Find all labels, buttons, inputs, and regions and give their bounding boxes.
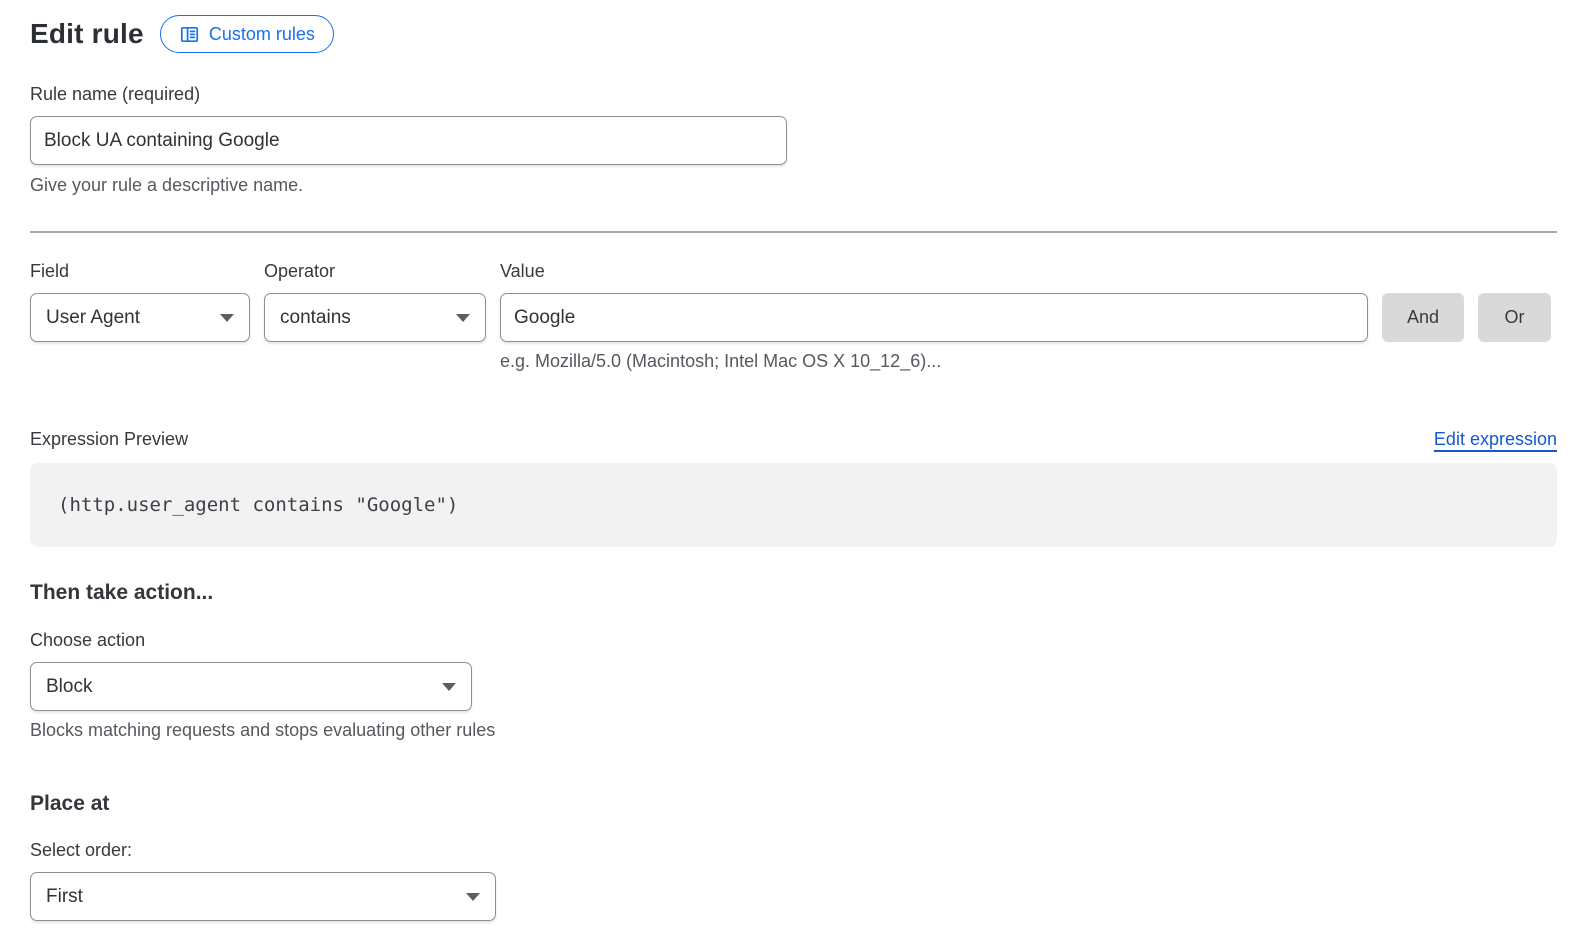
chevron-down-icon bbox=[466, 893, 480, 901]
custom-rules-button-label: Custom rules bbox=[209, 24, 315, 45]
expression-preview-label: Expression Preview bbox=[30, 429, 188, 450]
value-label: Value bbox=[500, 261, 1368, 282]
order-select[interactable]: First bbox=[30, 872, 496, 921]
rule-name-label: Rule name (required) bbox=[30, 84, 1557, 105]
select-order-label: Select order: bbox=[30, 840, 1557, 861]
expression-section: Expression Preview Edit expression (http… bbox=[30, 429, 1557, 547]
rule-name-input[interactable] bbox=[30, 116, 787, 165]
operator-select[interactable]: contains bbox=[264, 293, 486, 342]
edit-expression-link[interactable]: Edit expression bbox=[1434, 429, 1557, 450]
placement-section: Place at Select order: First bbox=[30, 792, 1557, 921]
chevron-down-icon bbox=[456, 314, 470, 322]
chevron-down-icon bbox=[220, 314, 234, 322]
section-divider bbox=[30, 231, 1557, 233]
condition-builder: Field Operator Value User Agent contains… bbox=[30, 261, 1557, 372]
operator-select-value: contains bbox=[280, 307, 351, 329]
custom-rules-button[interactable]: Custom rules bbox=[160, 15, 334, 53]
open-book-icon bbox=[179, 24, 200, 45]
expression-code: (http.user_agent contains "Google") bbox=[58, 494, 458, 516]
and-button[interactable]: And bbox=[1382, 293, 1464, 342]
rule-name-helper: Give your rule a descriptive name. bbox=[30, 175, 1557, 196]
field-label: Field bbox=[30, 261, 250, 282]
action-heading: Then take action... bbox=[30, 581, 1557, 605]
operator-label: Operator bbox=[264, 261, 486, 282]
action-select-value: Block bbox=[46, 676, 92, 698]
place-at-heading: Place at bbox=[30, 792, 1557, 816]
rule-name-section: Rule name (required) Give your rule a de… bbox=[30, 84, 1557, 196]
action-section: Then take action... Choose action Block … bbox=[30, 581, 1557, 741]
expression-code-box: (http.user_agent contains "Google") bbox=[30, 463, 1557, 547]
edit-rule-page: Edit rule Custom rules Rule name (requir… bbox=[0, 0, 1587, 921]
field-select-value: User Agent bbox=[46, 307, 140, 329]
action-select[interactable]: Block bbox=[30, 662, 472, 711]
order-select-value: First bbox=[46, 886, 83, 908]
value-helper: e.g. Mozilla/5.0 (Macintosh; Intel Mac O… bbox=[500, 351, 1368, 372]
expression-header: Expression Preview Edit expression bbox=[30, 429, 1557, 450]
or-button[interactable]: Or bbox=[1478, 293, 1551, 342]
page-header: Edit rule Custom rules bbox=[30, 15, 1557, 53]
action-helper: Blocks matching requests and stops evalu… bbox=[30, 720, 1557, 741]
field-select[interactable]: User Agent bbox=[30, 293, 250, 342]
chevron-down-icon bbox=[442, 683, 456, 691]
value-input[interactable] bbox=[500, 293, 1368, 342]
choose-action-label: Choose action bbox=[30, 630, 1557, 651]
page-title: Edit rule bbox=[30, 18, 144, 50]
